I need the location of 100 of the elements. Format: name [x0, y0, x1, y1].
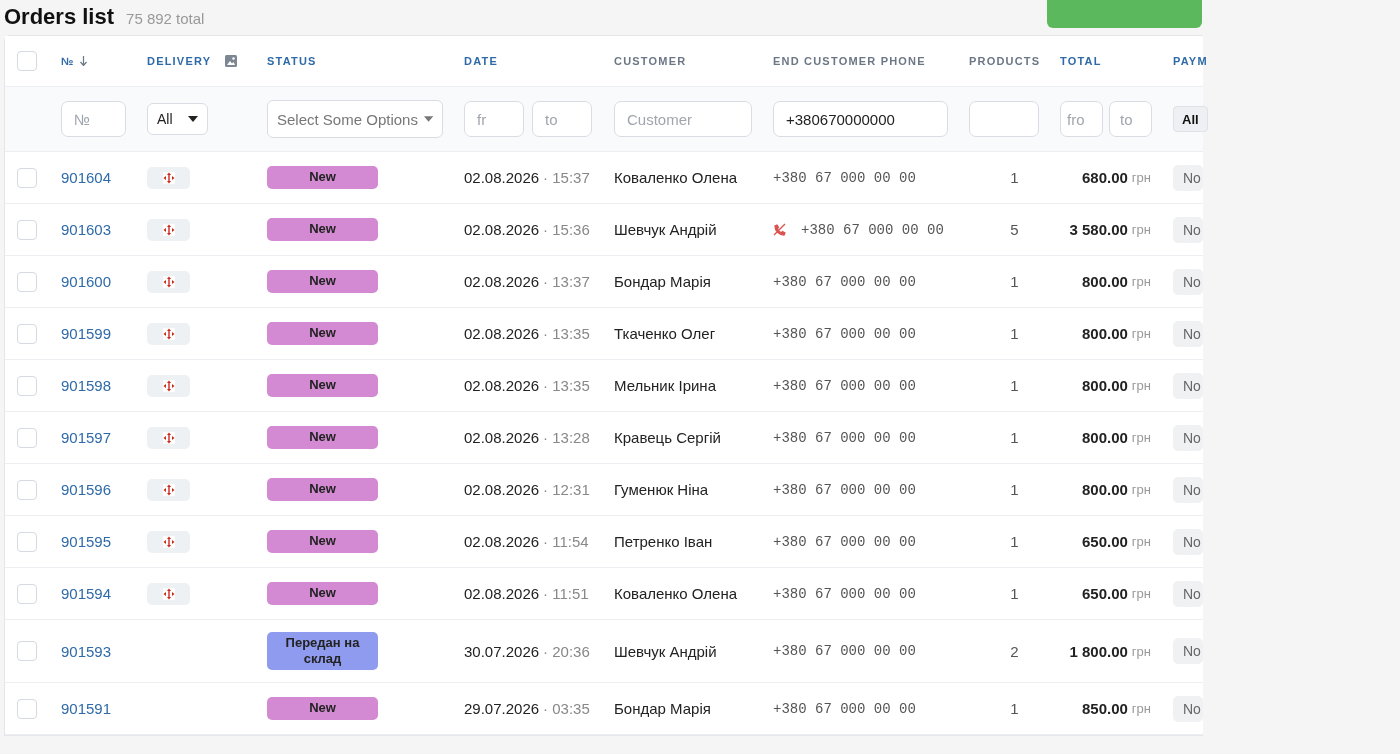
order-total: 800.00: [1081, 325, 1128, 342]
currency-label: грн: [1131, 430, 1151, 445]
product-count: 1: [1010, 481, 1019, 498]
caret-icon: [188, 116, 198, 122]
status-badge: New: [267, 270, 378, 293]
row-checkbox[interactable]: [17, 531, 37, 552]
status-badge: New: [267, 582, 378, 605]
phone-number: +380 67 000 00 00: [773, 169, 916, 186]
column-header: PRODUCTS: [969, 55, 1041, 67]
product-count: 1: [1010, 169, 1019, 186]
payment-badge: No: [1173, 528, 1203, 555]
order-total: 800.00: [1081, 273, 1128, 290]
status-badge: New: [267, 426, 378, 449]
customer-name: Ткаченко Олег: [614, 325, 716, 342]
phone-number: +380 67 000 00 00: [773, 700, 916, 717]
order-time: · 15:36: [543, 221, 590, 238]
phone-number: +380 67 000 00 00: [801, 221, 944, 238]
customer-name: Петренко Іван: [614, 533, 713, 550]
delivery-filter[interactable]: All: [147, 103, 208, 135]
row-checkbox[interactable]: [17, 583, 37, 604]
sort-down-icon: [80, 56, 88, 66]
order-total: 650.00: [1081, 585, 1128, 602]
status-badge: Передан на склад: [267, 631, 378, 671]
product-count: 1: [1010, 585, 1019, 602]
order-link[interactable]: 901597: [61, 429, 112, 446]
order-link[interactable]: 901591: [61, 700, 112, 717]
order-link[interactable]: 901595: [61, 533, 112, 550]
order-link[interactable]: 901598: [61, 377, 112, 394]
row-checkbox[interactable]: [17, 698, 37, 719]
phone-number: +380 67 000 00 00: [773, 533, 916, 550]
order-date: 02.08.2026: [464, 221, 540, 238]
order-date: 02.08.2026: [464, 533, 540, 550]
order-time: · 20:36: [543, 642, 590, 660]
status-badge: New: [267, 322, 378, 345]
order-time: · 15:37: [543, 169, 590, 186]
order-link[interactable]: 901594: [61, 585, 112, 602]
phone-off-icon: [773, 222, 787, 237]
order-link[interactable]: 901596: [61, 481, 112, 498]
row-checkbox[interactable]: [17, 323, 37, 344]
currency-label: грн: [1131, 222, 1151, 237]
create-button[interactable]: [1047, 0, 1202, 28]
row-checkbox[interactable]: [17, 271, 37, 292]
status-filter[interactable]: Select Some Options: [267, 100, 443, 138]
status-badge: New: [267, 374, 378, 397]
select-all-checkbox[interactable]: [17, 51, 37, 71]
product-count: 1: [1010, 325, 1019, 342]
products-filter[interactable]: [969, 101, 1039, 137]
order-link[interactable]: 901604: [61, 169, 112, 186]
row-checkbox[interactable]: [17, 167, 37, 188]
currency-label: грн: [1131, 586, 1151, 601]
row-checkbox[interactable]: [17, 641, 37, 661]
order-total: 800.00: [1081, 481, 1128, 498]
order-time: · 03:35: [543, 700, 590, 717]
customer-name: Гуменюк Ніна: [614, 481, 709, 498]
customer-name: Мельник Ірина: [614, 377, 716, 394]
phone-number: +380 67 000 00 00: [773, 325, 916, 342]
row-checkbox[interactable]: [17, 479, 37, 500]
order-total: 850.00: [1081, 700, 1128, 717]
currency-label: грн: [1131, 643, 1151, 659]
total-from-field[interactable]: fro: [1060, 101, 1103, 137]
row-checkbox[interactable]: [17, 375, 37, 396]
order-link[interactable]: 901593: [61, 642, 112, 660]
order-link[interactable]: 901603: [61, 221, 112, 238]
order-date: 02.08.2026: [464, 585, 540, 602]
order-time: · 13:35: [543, 377, 590, 394]
column-header[interactable]: DATE: [464, 55, 498, 67]
order-time: · 13:35: [543, 325, 590, 342]
status-badge: New: [267, 166, 378, 189]
date-to-field[interactable]: to: [532, 101, 592, 137]
page-title: Orders list: [4, 4, 115, 30]
payment-badge: No: [1173, 638, 1203, 664]
number-filter[interactable]: №: [61, 101, 126, 137]
row-checkbox[interactable]: [17, 427, 37, 448]
order-link[interactable]: 901600: [61, 273, 112, 290]
payment-badge: No: [1173, 216, 1203, 243]
currency-label: грн: [1131, 482, 1151, 497]
payment-filter[interactable]: All: [1173, 106, 1208, 132]
row-checkbox[interactable]: [17, 219, 37, 240]
order-date: 02.08.2026: [464, 481, 540, 498]
order-date: 30.07.2026: [464, 642, 540, 660]
order-time: · 11:51: [543, 585, 589, 602]
column-header: CUSTOMER: [614, 55, 687, 67]
status-badge: New: [267, 218, 378, 241]
order-link[interactable]: 901599: [61, 325, 112, 342]
total-to-field[interactable]: to: [1109, 101, 1152, 137]
payment-badge: No: [1173, 268, 1203, 295]
phone-number: +380 67 000 00 00: [773, 377, 916, 394]
column-header[interactable]: STATUS: [267, 55, 317, 67]
currency-label: грн: [1131, 378, 1151, 393]
order-time: · 13:28: [543, 429, 590, 446]
column-header[interactable]: TOTAL: [1060, 55, 1102, 67]
phone-filter[interactable]: +380670000000: [773, 101, 948, 137]
column-header[interactable]: №: [61, 55, 75, 67]
column-header[interactable]: DELIVERY: [147, 55, 212, 67]
order-total: 650.00: [1081, 533, 1128, 550]
date-from-field[interactable]: fr: [464, 101, 524, 137]
column-header[interactable]: PAYM: [1173, 55, 1208, 67]
product-count: 1: [1010, 273, 1019, 290]
customer-filter[interactable]: Customer: [614, 101, 752, 137]
payment-badge: No: [1173, 372, 1203, 399]
